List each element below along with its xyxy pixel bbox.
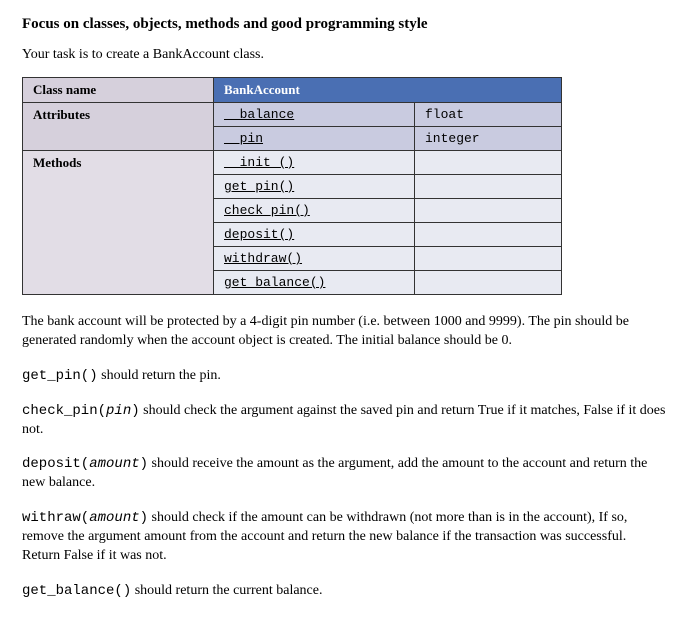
code-check-pin: check_pin( (22, 403, 106, 419)
code-arg: amount (89, 510, 139, 526)
attr-name: __pin (214, 127, 415, 151)
code-close: ) (131, 403, 139, 419)
method-name: check_pin() (214, 199, 415, 223)
code-get-pin: get_pin() (22, 368, 98, 384)
attr-type: integer (415, 127, 562, 151)
method-empty (415, 175, 562, 199)
class-name-label: Class name (23, 78, 214, 103)
description-withdraw: withraw(amount) should check if the amou… (22, 509, 667, 566)
attr-type: float (415, 103, 562, 127)
method-empty (415, 199, 562, 223)
description-get-pin: get_pin() should return the pin. (22, 367, 667, 386)
method-empty (415, 223, 562, 247)
method-empty (415, 271, 562, 295)
spec-table: Class name BankAccount Attributes __bala… (22, 77, 562, 295)
method-name: get_pin() (214, 175, 415, 199)
code-close: ) (140, 510, 148, 526)
text: should return the pin. (98, 368, 221, 383)
code-deposit: deposit( (22, 456, 89, 472)
method-name: withdraw() (214, 247, 415, 271)
description-get-balance: get_balance() should return the current … (22, 582, 667, 601)
code-arg: amount (89, 456, 139, 472)
attr-name: __balance (214, 103, 415, 127)
text: should return the current balance. (131, 583, 322, 598)
method-name: __init_() (214, 151, 415, 175)
attributes-label: Attributes (23, 103, 214, 151)
code-withdraw: withraw( (22, 510, 89, 526)
class-name-value: BankAccount (214, 78, 562, 103)
methods-label: Methods (23, 151, 214, 295)
intro-text: Your task is to create a BankAccount cla… (22, 47, 667, 63)
method-name: deposit() (214, 223, 415, 247)
description-check-pin: check_pin(pin) should check the argument… (22, 402, 667, 440)
description-deposit: deposit(amount) should receive the amoun… (22, 455, 667, 493)
method-name: get_balance() (214, 271, 415, 295)
method-empty (415, 247, 562, 271)
code-arg: pin (106, 403, 131, 419)
description-pin: The bank account will be protected by a … (22, 313, 667, 351)
method-empty (415, 151, 562, 175)
code-close: ) (140, 456, 148, 472)
page-title: Focus on classes, objects, methods and g… (22, 16, 667, 33)
code-get-balance: get_balance() (22, 583, 131, 599)
